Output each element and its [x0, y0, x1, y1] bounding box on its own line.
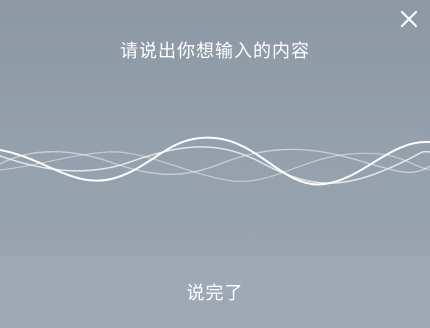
voice-prompt-text: 请说出你想输入的内容	[120, 41, 310, 62]
voice-waveform	[0, 120, 430, 210]
finish-speaking-button[interactable]: 说完了	[0, 256, 430, 328]
voice-input-panel: 请说出你想输入的内容 说完了	[0, 0, 430, 328]
close-icon	[400, 10, 418, 28]
close-button[interactable]	[398, 8, 420, 30]
